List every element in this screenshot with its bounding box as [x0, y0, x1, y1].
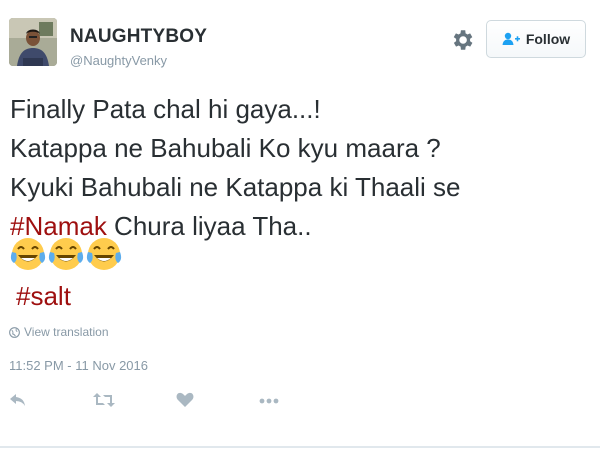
- follow-button[interactable]: Follow: [486, 20, 586, 58]
- follow-label: Follow: [525, 31, 571, 47]
- tweet-line-text: Chura liyaa Tha..: [106, 211, 312, 241]
- reply-icon[interactable]: [9, 392, 27, 408]
- view-translation-link[interactable]: View translation: [9, 325, 109, 339]
- tears-of-joy-emoji: [86, 238, 122, 270]
- like-icon[interactable]: [176, 392, 194, 408]
- globe-icon: [9, 326, 20, 338]
- tweet-line: Finally Pata chal hi gaya...!: [10, 94, 321, 124]
- avatar[interactable]: [9, 18, 57, 66]
- tears-of-joy-emoji: [10, 238, 46, 270]
- more-icon[interactable]: [259, 398, 279, 404]
- tweet-timestamp[interactable]: 11:52 PM - 11 Nov 2016: [9, 358, 148, 373]
- retweet-icon[interactable]: [93, 392, 115, 408]
- tweet-card: NAUGHTYBOY @NaughtyVenky Follow Finally …: [0, 0, 600, 450]
- tweet-line: Katappa ne Bahubali Ko kyu maara ?: [10, 133, 441, 163]
- display-name[interactable]: NAUGHTYBOY: [70, 26, 207, 48]
- tears-of-joy-emoji: [48, 238, 84, 270]
- divider: [0, 446, 600, 448]
- add-user-icon: [502, 32, 520, 46]
- tweet-text: Finally Pata chal hi gaya...! Katappa ne…: [10, 90, 570, 246]
- screen-name[interactable]: @NaughtyVenky: [70, 53, 167, 68]
- tweet-line: Kyuki Bahubali ne Katappa ki Thaali se: [10, 172, 461, 202]
- emoji-row: [10, 236, 122, 276]
- hashtag-link[interactable]: #salt: [16, 279, 71, 313]
- gear-icon[interactable]: [449, 27, 475, 53]
- view-translation-label: View translation: [24, 325, 109, 339]
- tweet-actions: [0, 390, 600, 420]
